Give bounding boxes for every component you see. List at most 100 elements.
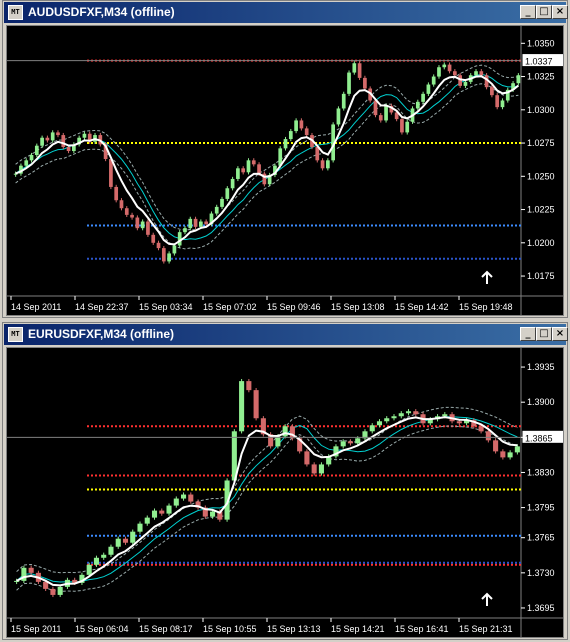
candle-body: [82, 133, 87, 138]
minimize-button[interactable]: _: [520, 327, 536, 341]
candle-body: [315, 147, 320, 161]
candle-body: [516, 75, 521, 84]
current-price-label: 1.3865: [525, 433, 553, 443]
candle-body: [437, 67, 441, 77]
candle-body: [204, 221, 208, 225]
candle-body: [146, 221, 150, 235]
price-tick-label: 1.0225: [527, 205, 555, 215]
price-tick-label: 1.3935: [527, 362, 555, 372]
price-tick-label: 1.3695: [527, 603, 555, 613]
candle-body: [456, 421, 462, 424]
candle-body: [166, 505, 172, 514]
candle-body: [326, 160, 330, 169]
maximize-button[interactable]: □: [536, 327, 552, 341]
price-tick-label: 1.0200: [527, 238, 555, 248]
candle-body: [236, 168, 240, 179]
up-arrow-icon: [481, 270, 493, 284]
candle-body: [40, 137, 44, 146]
candle-body: [115, 538, 121, 547]
candle-body: [161, 248, 166, 262]
candle-body: [288, 131, 293, 140]
candle-body: [172, 245, 177, 254]
candle-body: [66, 147, 71, 152]
price-tick-label: 1.3900: [527, 397, 555, 407]
candle-body: [340, 441, 346, 447]
candle-body: [140, 221, 145, 229]
maximize-button[interactable]: □: [536, 5, 552, 19]
candle-body: [514, 446, 520, 453]
price-tick-label: 1.0250: [527, 171, 555, 181]
candle-body: [214, 206, 219, 214]
moving-average-line: [16, 416, 518, 583]
candle-body: [500, 100, 505, 108]
candle-body: [478, 426, 484, 432]
price-tick-label: 1.3765: [527, 533, 555, 543]
candle-body: [57, 586, 63, 595]
minimize-button[interactable]: _: [520, 5, 536, 19]
price-chart[interactable]: 1.3865 1.3935 1.3900 1.3830 1.3795 1.3765 1.37…: [6, 347, 564, 638]
close-button[interactable]: ×: [552, 327, 568, 341]
candle-body: [167, 253, 171, 262]
candle-body: [109, 159, 113, 187]
time-tick-label: 14 Sep 2011: [11, 302, 61, 312]
candle-body: [108, 546, 114, 555]
smoothed-price-line: [16, 416, 518, 587]
candle-body: [101, 554, 107, 558]
candle-body: [144, 517, 150, 524]
candle-body: [384, 418, 390, 422]
candle-body: [34, 145, 39, 156]
candle-body: [86, 564, 92, 575]
time-tick-label: 15 Sep 13:13: [267, 624, 321, 634]
price-chart[interactable]: 1.0337 1.0350 1.0325 1.0300 1.0275 1.0250 1.02…: [6, 25, 564, 316]
candle-body: [50, 132, 55, 141]
window-titlebar[interactable]: MT EURUSDFXF,M34 (offline) _ □ ×: [4, 324, 568, 345]
candle-body: [299, 120, 304, 129]
candle-body: [485, 431, 491, 441]
candle-body: [24, 160, 29, 166]
candle-body: [357, 63, 362, 78]
time-tick-label: 15 Sep 14:21: [331, 624, 385, 634]
candle-body: [220, 198, 224, 207]
chart-window-audusd[interactable]: MT AUDUSDFXF,M34 (offline) _ □ × 1.0337 1…: [2, 0, 568, 318]
candle-body: [493, 440, 499, 452]
candle-body: [151, 510, 158, 518]
candle-body: [188, 218, 193, 229]
candle-body: [318, 464, 324, 474]
window-title: AUDUSDFXF,M34 (offline): [28, 5, 175, 19]
candle-body: [294, 120, 298, 132]
candle-body: [376, 421, 383, 426]
candle-body: [442, 64, 447, 68]
candle-body: [246, 160, 251, 173]
candle-body: [29, 155, 34, 161]
candle-body: [210, 511, 216, 517]
close-button[interactable]: ×: [552, 5, 568, 19]
candle-body: [336, 108, 341, 125]
time-tick-label: 15 Sep 06:04: [75, 624, 129, 634]
candle-body: [405, 121, 410, 133]
candle-body: [369, 425, 375, 432]
window-titlebar[interactable]: MT AUDUSDFXF,M34 (offline) _ □ ×: [4, 2, 568, 23]
candle-body: [378, 115, 383, 121]
candle-body: [304, 128, 309, 136]
candle-body: [283, 139, 288, 149]
candle-body: [405, 411, 412, 414]
chart-window-icon: MT: [8, 327, 23, 342]
candle-body: [320, 160, 325, 169]
time-tick-label: 15 Sep 10:55: [203, 624, 257, 634]
moving-average-line: [15, 73, 519, 241]
time-tick-label: 15 Sep 13:08: [331, 302, 385, 312]
price-tick-label: 1.3730: [527, 568, 555, 578]
candle-body: [188, 494, 194, 502]
candle-body: [225, 188, 230, 199]
chart-svg: 1.0337 1.0350 1.0325 1.0300 1.0275 1.0250 1.02…: [7, 26, 563, 315]
candle-body: [415, 101, 420, 109]
time-tick-label: 14 Sep 22:37: [75, 302, 129, 312]
candle-body: [199, 221, 203, 227]
current-price-label: 1.0337: [525, 57, 553, 67]
candle-body: [119, 200, 124, 209]
candle-body: [45, 137, 50, 141]
candle-body: [130, 214, 134, 218]
candle-body: [122, 538, 129, 543]
candle-body: [373, 100, 378, 116]
chart-window-eurusd[interactable]: MT EURUSDFXF,M34 (offline) _ □ × 1.3865 1…: [2, 322, 568, 640]
